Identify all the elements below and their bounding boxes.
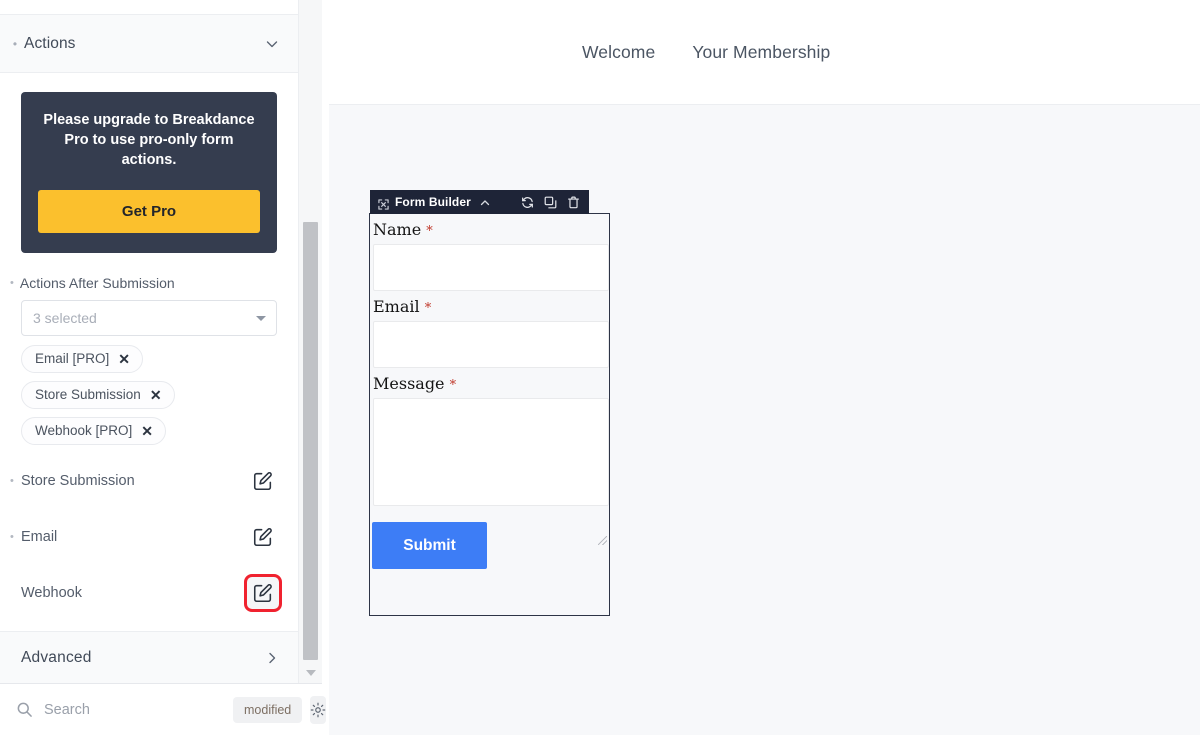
- action-row-webhook[interactable]: Webhook: [0, 565, 298, 621]
- chevron-right-icon[interactable]: [264, 650, 280, 666]
- form-field-label-text: Name: [373, 220, 422, 239]
- form-builder-title: Form Builder: [395, 195, 471, 209]
- edit-webhook-button-highlighted[interactable]: [244, 574, 282, 612]
- actions-after-submission-field: • Actions After Submission 3 selected Em…: [0, 275, 298, 453]
- close-icon[interactable]: ✕: [141, 424, 153, 438]
- chip-webhook-pro[interactable]: Webhook [PRO] ✕: [21, 417, 167, 445]
- action-row-label: Webhook: [21, 585, 82, 601]
- row-bullet-icon: •: [10, 474, 14, 487]
- close-icon[interactable]: ✕: [150, 388, 162, 402]
- chip-row: Email [PRO] ✕: [21, 345, 277, 381]
- action-row-store-submission[interactable]: • Store Submission: [0, 453, 298, 509]
- field-bullet-icon: •: [10, 276, 14, 289]
- search-icon: [16, 701, 33, 718]
- section-title: Actions: [24, 34, 76, 52]
- form-builder-form: Name * Email * Message * Submit: [369, 213, 610, 616]
- form-field-label: Message *: [371, 368, 608, 398]
- chip-label: Webhook [PRO]: [35, 423, 133, 438]
- actions-multiselect[interactable]: 3 selected: [21, 300, 277, 336]
- chip-row: Webhook [PRO] ✕: [21, 417, 277, 453]
- pro-upsell-card: Please upgrade to Breakdance Pro to use …: [21, 92, 277, 253]
- sidebar-scrollbar[interactable]: [298, 0, 322, 683]
- chevron-down-icon[interactable]: [264, 36, 280, 52]
- page-preview-canvas: Welcome Your Membership Form Builder Nam…: [329, 0, 1200, 735]
- form-field-label-text: Email: [373, 297, 420, 316]
- action-row-email[interactable]: • Email: [0, 509, 298, 565]
- name-input[interactable]: [373, 244, 609, 291]
- form-field-label: Email *: [371, 291, 608, 321]
- required-marker: *: [424, 301, 432, 316]
- required-marker: *: [449, 378, 457, 393]
- selected-actions-chips: Email [PRO] ✕ Store Submission ✕ Webhook…: [21, 345, 277, 453]
- form-field-name: Name *: [370, 214, 609, 291]
- submit-button[interactable]: Submit: [372, 522, 487, 569]
- settings-sidebar: • Actions Please upgrade to Breakdance P…: [0, 0, 327, 735]
- edit-store-submission-button[interactable]: [249, 467, 277, 495]
- nav-link-welcome[interactable]: Welcome: [582, 42, 655, 63]
- gear-icon[interactable]: [310, 695, 327, 724]
- section-header-actions[interactable]: • Actions: [0, 15, 298, 73]
- status-badge-modified[interactable]: modified: [233, 696, 303, 723]
- app-root: • Actions Please upgrade to Breakdance P…: [0, 0, 1200, 735]
- form-field-email: Email *: [370, 291, 609, 368]
- pro-upsell-wrapper: Please upgrade to Breakdance Pro to use …: [0, 73, 298, 253]
- required-marker: *: [426, 224, 433, 239]
- email-input[interactable]: [373, 321, 609, 368]
- action-row-label: Store Submission: [21, 473, 135, 489]
- form-field-label: Name *: [371, 214, 608, 244]
- form-field-message: Message *: [370, 368, 609, 545]
- actions-multiselect-value: 3 selected: [33, 310, 97, 326]
- chip-row: Store Submission ✕: [21, 381, 277, 417]
- section-header-advanced[interactable]: Advanced: [0, 631, 298, 683]
- chevron-up-icon[interactable]: [479, 196, 491, 208]
- action-row-label: Email: [21, 529, 58, 545]
- chip-label: Store Submission: [35, 387, 141, 402]
- message-textarea[interactable]: [373, 398, 609, 506]
- chip-label: Email [PRO]: [35, 351, 110, 366]
- sidebar-footer: modified: [0, 683, 327, 735]
- form-builder-toolbar: Form Builder: [370, 190, 589, 214]
- chevron-down-icon: [256, 316, 266, 321]
- section-bullet-icon: •: [12, 36, 18, 51]
- form-builder-tool-group: [521, 196, 580, 209]
- trash-icon[interactable]: [567, 196, 580, 209]
- textarea-resize-handle[interactable]: [598, 536, 607, 545]
- sidebar-scrollbar-thumb[interactable]: [303, 222, 318, 660]
- site-nav: Welcome Your Membership: [329, 0, 1200, 105]
- move-icon[interactable]: [378, 197, 389, 210]
- scroll-down-arrow-icon[interactable]: [299, 663, 322, 683]
- sidebar-top-strip: [0, 0, 298, 15]
- advanced-label: Advanced: [21, 648, 92, 666]
- refresh-icon[interactable]: [521, 196, 534, 209]
- pro-upsell-message: Please upgrade to Breakdance Pro to use …: [43, 112, 255, 168]
- field-label-text: Actions After Submission: [19, 275, 175, 291]
- nav-link-your-membership[interactable]: Your Membership: [692, 42, 830, 63]
- get-pro-button[interactable]: Get Pro: [38, 190, 260, 233]
- actions-after-submission-label: • Actions After Submission: [10, 275, 277, 291]
- form-field-label-text: Message: [373, 374, 445, 393]
- sidebar-scroll-area: • Actions Please upgrade to Breakdance P…: [0, 15, 298, 683]
- duplicate-icon[interactable]: [544, 196, 557, 209]
- chip-email-pro[interactable]: Email [PRO] ✕: [21, 345, 143, 373]
- search-input[interactable]: [33, 700, 233, 719]
- edit-email-button[interactable]: [249, 523, 277, 551]
- chip-store-submission[interactable]: Store Submission ✕: [21, 381, 175, 409]
- row-bullet-icon: •: [10, 530, 14, 543]
- close-icon[interactable]: ✕: [118, 352, 130, 366]
- edit-square-icon: [249, 579, 277, 607]
